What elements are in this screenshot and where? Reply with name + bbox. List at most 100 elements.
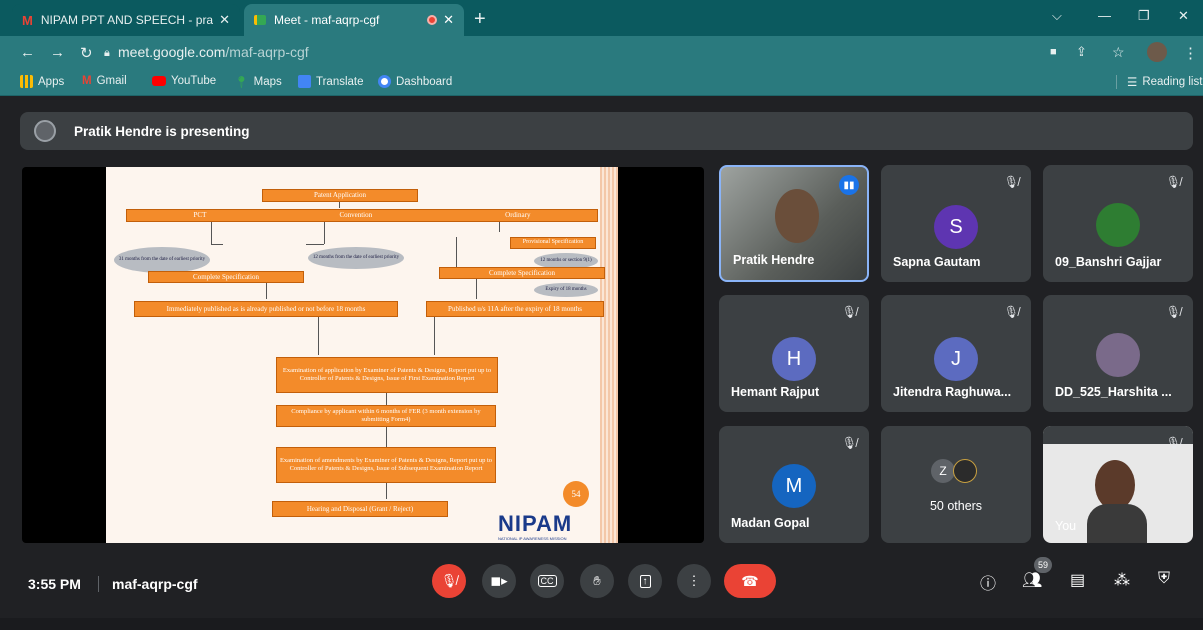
nipam-logo: NIPAM NATIONAL IP AWARENESS MISSION: [498, 511, 573, 541]
back-icon[interactable]: ←: [20, 44, 35, 61]
bookmark-translate[interactable]: Translate: [298, 75, 364, 88]
browser-tab-bar: M NIPAM PPT AND SPEECH - pract ✕ Meet - …: [0, 0, 1203, 36]
connector: [339, 202, 340, 208]
oval-expiry: Expiry of 18 months: [534, 283, 598, 297]
participant-video: [1087, 504, 1147, 543]
presentation-view[interactable]: Patent Application PCT Convention Ordina…: [22, 167, 704, 543]
participant-tile-harshita[interactable]: 🎙︎̸ DD_525_Harshita ...: [1043, 295, 1193, 412]
bookmarks-bar: Apps M Gmail YouTube 📍︎ Maps Translate D…: [0, 70, 1203, 96]
participant-tile-hemant[interactable]: 🎙︎̸ H Hemant Rajput: [719, 295, 869, 412]
tab-title: Meet - maf-aqrp-cgf: [274, 13, 380, 27]
recording-icon: [427, 15, 438, 25]
participant-tile-others[interactable]: Z 50 others: [881, 426, 1031, 543]
connector: [324, 222, 325, 244]
close-icon[interactable]: ✕: [443, 12, 454, 28]
end-call-icon: ☎︎: [741, 572, 759, 589]
address-bar: ← → ↻ 🔒︎ meet.google.com/maf-aqrp-cgf ■ …: [0, 36, 1203, 70]
participant-tile-sapna[interactable]: 🎙︎̸ S Sapna Gautam: [881, 165, 1031, 282]
logo-subtitle: NATIONAL IP AWARENESS MISSION: [498, 536, 567, 541]
meeting-details-icon[interactable]: ⓘ: [980, 570, 996, 594]
url-path: /maf-aqrp-cgf: [225, 44, 309, 60]
camera-toggle-button[interactable]: ◼︎▸: [482, 564, 516, 598]
mic-muted-icon: 🎙︎̸: [1165, 436, 1181, 450]
avatar: [953, 459, 977, 483]
participant-name: Sapna Gautam: [893, 255, 981, 269]
bookmark-maps[interactable]: 📍︎ Maps: [234, 75, 282, 89]
bookmark-apps[interactable]: Apps: [20, 75, 64, 88]
mic-muted-icon: 🎙︎̸: [1165, 175, 1181, 189]
connector: [476, 279, 477, 299]
close-window-icon[interactable]: ✕: [1178, 8, 1189, 24]
logo-text: NIPAM: [498, 511, 573, 536]
host-controls-icon[interactable]: ⛨: [1158, 570, 1170, 588]
flow-box-published-left: Immediately published as is already publ…: [134, 301, 398, 317]
more-vert-icon: ⋮: [687, 573, 701, 588]
bookmark-gmail[interactable]: M Gmail: [82, 75, 127, 87]
participant-tile-banshri[interactable]: 🎙︎̸ 09_Banshri Gajjar: [1043, 165, 1193, 282]
participant-tile-you[interactable]: 🎙︎̸ You: [1043, 426, 1193, 543]
mic-toggle-button[interactable]: 🎙︎̸: [432, 564, 466, 598]
meeting-code: maf-aqrp-cgf: [112, 576, 198, 592]
avatar: M: [772, 464, 816, 508]
participant-video: [775, 189, 819, 243]
flow-box-complete-left: Complete Specification: [148, 271, 304, 283]
activities-icon[interactable]: ⁂: [1114, 570, 1130, 590]
divider: [98, 576, 99, 592]
participant-name: Pratik Hendre: [733, 253, 815, 267]
menu-icon[interactable]: ⋮: [1183, 44, 1198, 62]
connector: [499, 222, 500, 232]
participant-tile-madan[interactable]: 🎙︎̸ M Madan Gopal: [719, 426, 869, 543]
new-tab-button[interactable]: +: [474, 8, 486, 31]
meet-icon: [254, 15, 266, 25]
connector: [211, 244, 223, 245]
share-icon[interactable]: ⇪: [1076, 44, 1087, 60]
flow-box-hearing: Hearing and Disposal (Grant / Reject): [272, 501, 448, 517]
url-field[interactable]: meet.google.com/maf-aqrp-cgf: [118, 44, 309, 60]
presenting-banner: Pratik Hendre is presenting: [20, 112, 1193, 150]
captions-button[interactable]: CC: [530, 564, 564, 598]
star-icon[interactable]: ☆: [1112, 44, 1125, 61]
participant-name: 09_Banshri Gajjar: [1055, 255, 1162, 269]
camera-icon[interactable]: ■: [1050, 46, 1057, 58]
bookmark-youtube[interactable]: YouTube: [152, 75, 216, 87]
lock-icon[interactable]: 🔒︎: [104, 47, 110, 60]
connector: [434, 317, 435, 355]
flow-box-examination: Examination of application by Examiner o…: [276, 357, 498, 393]
close-icon[interactable]: ✕: [219, 12, 230, 28]
restore-icon[interactable]: ❐: [1138, 8, 1150, 24]
bookmark-label: Apps: [38, 75, 65, 88]
tab-meet[interactable]: Meet - maf-aqrp-cgf ✕: [244, 4, 464, 36]
people-icon[interactable]: 👥︎: [1022, 570, 1042, 590]
speaking-indicator-icon: ▮▮: [839, 175, 859, 195]
chat-icon[interactable]: ▤: [1070, 570, 1085, 590]
participant-name: You: [1055, 519, 1077, 533]
minimize-icon[interactable]: —: [1098, 8, 1111, 23]
participant-tile-pratik[interactable]: ▮▮ Pratik Hendre: [719, 165, 869, 282]
avatar: J: [934, 337, 978, 381]
connector: [456, 237, 457, 267]
leave-call-button[interactable]: ☎︎: [724, 564, 776, 598]
connector: [266, 283, 267, 299]
participant-tile-jitendra[interactable]: 🎙︎̸ J Jitendra Raghuwa...: [881, 295, 1031, 412]
forward-icon[interactable]: →: [50, 44, 65, 61]
apps-grid-icon: [20, 75, 33, 88]
oval-31-months: 31 months from the date of earliest prio…: [114, 247, 210, 273]
raise-hand-button[interactable]: ✋︎: [580, 564, 614, 598]
avatar: [1096, 203, 1140, 247]
tab-gmail[interactable]: M NIPAM PPT AND SPEECH - pract ✕: [12, 4, 240, 36]
tab-search-icon[interactable]: ⌵: [1052, 8, 1062, 24]
gmail-icon: M: [22, 12, 33, 28]
present-button[interactable]: ↑: [628, 564, 662, 598]
profile-avatar[interactable]: [1147, 42, 1167, 62]
avatar: S: [934, 205, 978, 249]
bookmark-label: Gmail: [96, 75, 127, 87]
reload-icon[interactable]: ↻: [80, 44, 93, 62]
slide-border-decoration: [600, 167, 618, 543]
reading-list-button[interactable]: ☰ Reading list: [1116, 75, 1202, 89]
route-pct: PCT: [193, 211, 207, 220]
bookmark-dashboard[interactable]: Dashboard: [378, 75, 452, 88]
flow-box-amendments: Examination of amendments by Examiner of…: [276, 447, 496, 483]
mic-muted-icon: 🎙︎̸: [1165, 305, 1181, 319]
gmail-icon: M: [82, 75, 92, 87]
more-options-button[interactable]: ⋮: [677, 564, 711, 598]
